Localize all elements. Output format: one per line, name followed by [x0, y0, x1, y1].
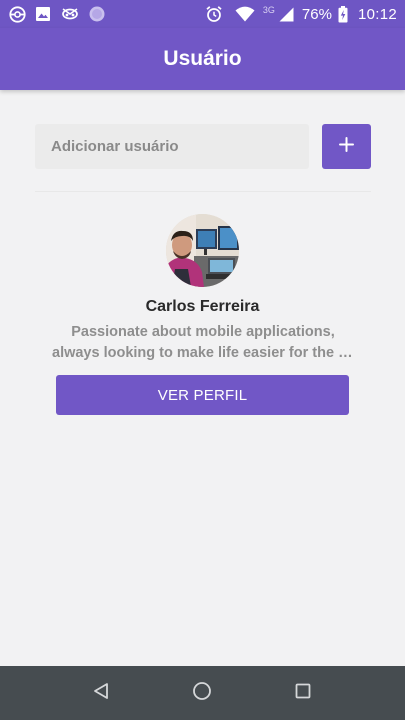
- home-button[interactable]: [190, 681, 214, 705]
- user-bio-line-2: always looking to make life easier for t…: [52, 345, 354, 361]
- status-bar: 3G 76% 10:12: [0, 0, 405, 28]
- notification-icons: [9, 4, 105, 24]
- battery-percent: 76%: [301, 5, 332, 23]
- divider: [35, 191, 371, 192]
- user-name: Carlos Ferreira: [145, 298, 260, 315]
- add-user-input[interactable]: [35, 124, 309, 169]
- network-type: 3G: [262, 5, 275, 15]
- image-icon: [35, 6, 51, 22]
- recents-square-icon: [295, 683, 311, 704]
- user-bio-line-1: Passionate about mobile applications,: [71, 324, 335, 340]
- alarm-icon: [205, 5, 223, 23]
- view-profile-label: VER PERFIL: [157, 386, 248, 404]
- page-title: Usuário: [163, 47, 242, 70]
- wifi-icon: [235, 6, 255, 22]
- pokeball-icon: [9, 5, 26, 23]
- app-bar: Usuário: [0, 28, 405, 90]
- back-triangle-icon: [92, 682, 110, 705]
- back-button[interactable]: [89, 681, 113, 705]
- rocket-icon: [60, 6, 80, 22]
- view-profile-button[interactable]: VER PERFIL: [56, 375, 349, 415]
- signal-icon: [279, 7, 294, 22]
- battery-charging-icon: [338, 5, 348, 23]
- clock: 10:12: [357, 5, 397, 23]
- user-avatar: [166, 214, 239, 287]
- round-app-icon: [89, 6, 105, 22]
- system-status: 3G 76% 10:12: [205, 0, 397, 28]
- recents-button[interactable]: [291, 681, 315, 705]
- plus-icon: [339, 136, 354, 157]
- navigation-bar: [0, 666, 405, 720]
- add-user-button[interactable]: [322, 124, 371, 169]
- home-circle-icon: [192, 681, 212, 706]
